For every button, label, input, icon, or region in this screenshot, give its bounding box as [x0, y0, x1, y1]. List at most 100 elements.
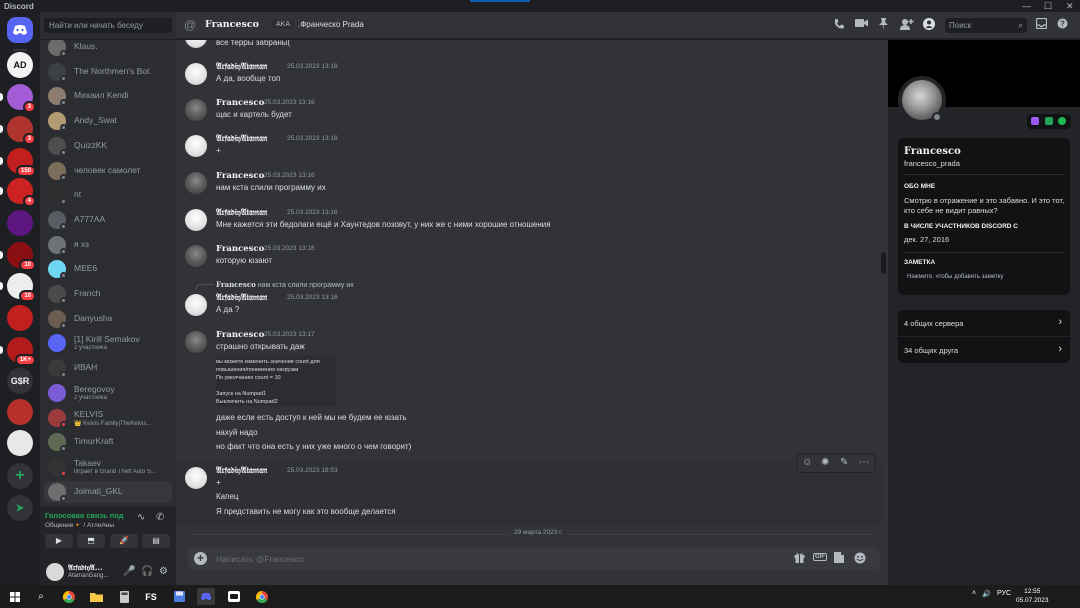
- user-avatar[interactable]: [46, 563, 64, 581]
- close-window-button[interactable]: ✕: [1066, 1, 1074, 12]
- super-reaction-icon[interactable]: ✺: [821, 457, 829, 468]
- file-explorer-icon[interactable]: [87, 588, 105, 605]
- dm-item[interactable]: человек самолет: [44, 160, 172, 182]
- message-author[interactable]: Francesco: [216, 171, 264, 181]
- dm-item[interactable]: [1] Kirill Semakov 2 участника: [44, 332, 172, 354]
- calculator-icon[interactable]: [115, 588, 133, 605]
- message-avatar[interactable]: [185, 99, 207, 121]
- add-reaction-icon[interactable]: ☺: [802, 457, 812, 468]
- message-author[interactable]: 𝔄𝔯𝔣𝔞𝔡𝔦𝔶𝔄𝔱𝔞𝔪𝔞𝔫: [216, 466, 267, 476]
- dm-item[interactable]: Takaev Играет в Grand Theft Auto S...: [44, 456, 172, 478]
- dm-item[interactable]: Andy_Swat: [44, 110, 172, 132]
- video-call-icon[interactable]: [855, 18, 868, 31]
- help-icon[interactable]: ?: [1057, 18, 1068, 32]
- video-button[interactable]: ▶: [45, 534, 73, 548]
- header-name[interactable]: Francesco: [205, 19, 259, 30]
- server-icon[interactable]: 10: [7, 273, 36, 302]
- emoji-icon[interactable]: [854, 552, 866, 567]
- mute-mic-icon[interactable]: 🎤: [123, 566, 135, 577]
- message-avatar[interactable]: [185, 467, 207, 489]
- sticker-icon[interactable]: [834, 552, 844, 566]
- server-icon[interactable]: 10: [7, 242, 36, 271]
- language-indicator[interactable]: РУС: [997, 590, 1011, 597]
- dm-item[interactable]: A777AA: [44, 209, 172, 231]
- dm-item[interactable]: Михаил Kendi: [44, 85, 172, 107]
- server-icon[interactable]: 150: [7, 148, 36, 177]
- more-icon[interactable]: ⋯: [859, 457, 869, 468]
- server-icon[interactable]: [7, 305, 33, 331]
- boost-badge-icon[interactable]: [1045, 117, 1053, 125]
- voice-channel-label[interactable]: Общение🔸 / АтлиАны: [45, 521, 114, 529]
- maximize-button[interactable]: ☐: [1044, 1, 1052, 12]
- message-avatar[interactable]: [185, 294, 207, 316]
- taskbar-clock[interactable]: 12:55 05.07.2023: [1016, 587, 1049, 605]
- message-author[interactable]: 𝔄𝔯𝔣𝔞𝔡𝔦𝔶𝔄𝔱𝔞𝔪𝔞𝔫: [216, 62, 267, 72]
- message-avatar[interactable]: [185, 135, 207, 157]
- app-window-icon[interactable]: [225, 588, 243, 605]
- dm-item[interactable]: The Northmen's Bot: [44, 61, 172, 83]
- voice-call-icon[interactable]: [833, 18, 845, 33]
- pinned-messages-icon[interactable]: [878, 18, 889, 33]
- server-icon[interactable]: AD: [7, 52, 33, 78]
- dm-item[interactable]: TimurKraft: [44, 431, 172, 453]
- dm-item[interactable]: Beregovoy 2 участника: [44, 382, 172, 404]
- server-icon[interactable]: G$R: [7, 368, 33, 394]
- message-author[interactable]: 𝔄𝔯𝔣𝔞𝔡𝔦𝔶𝔄𝔱𝔞𝔪𝔞𝔫: [216, 134, 267, 144]
- spotify-badge-icon[interactable]: [1058, 117, 1066, 125]
- server-icon[interactable]: 3: [7, 116, 36, 145]
- chrome-alt-icon[interactable]: [253, 588, 271, 605]
- server-icon[interactable]: 1K+: [7, 337, 36, 366]
- upload-plus-icon[interactable]: +: [194, 552, 207, 565]
- chrome-icon[interactable]: [60, 588, 78, 605]
- note-input[interactable]: Нажмите, чтобы добавить заметку: [907, 274, 1003, 280]
- minimize-button[interactable]: —: [1022, 1, 1031, 11]
- screen-share-button[interactable]: ⬒: [77, 534, 105, 548]
- message-author[interactable]: Francesco: [216, 244, 264, 254]
- disconnect-icon[interactable]: ✆: [156, 512, 164, 523]
- home-button[interactable]: [7, 17, 33, 43]
- dm-item[interactable]: nt: [44, 184, 172, 206]
- explore-servers-icon[interactable]: ➤: [7, 495, 33, 521]
- taskbar-search-icon[interactable]: ⌕: [32, 588, 50, 605]
- message-author[interactable]: Francesco: [216, 98, 264, 108]
- server-icon[interactable]: 4: [7, 178, 36, 207]
- dm-item[interactable]: я хз: [44, 234, 172, 256]
- message-author[interactable]: 𝔄𝔯𝔣𝔞𝔡𝔦𝔶𝔄𝔱𝔞𝔪𝔞𝔫: [216, 208, 267, 218]
- tray-volume-icon[interactable]: 🔊: [982, 590, 991, 598]
- edit-icon[interactable]: ✎: [840, 457, 848, 468]
- nitro-badge-icon[interactable]: [1031, 117, 1039, 125]
- dm-item[interactable]: Franch: [44, 283, 172, 305]
- find-conversation-button[interactable]: Найти или начать беседу: [44, 18, 172, 33]
- user-profile-icon[interactable]: [923, 18, 935, 33]
- dm-item[interactable]: KELVIS 👑 Kelvis Family|TheKelvis...: [44, 407, 172, 429]
- soundboard-button[interactable]: ▤: [142, 534, 170, 548]
- gif-button[interactable]: GIF: [813, 553, 827, 561]
- add-friend-icon[interactable]: [900, 18, 914, 33]
- mutual-servers-row[interactable]: 4 общих сервера ›: [898, 310, 1070, 336]
- dm-item[interactable]: Danyusha: [44, 308, 172, 330]
- mutual-friends-row[interactable]: 34 общих друга ›: [898, 337, 1070, 363]
- save-app-icon[interactable]: [170, 588, 188, 605]
- dm-item[interactable]: ИВАН: [44, 357, 172, 379]
- message-avatar[interactable]: [185, 172, 207, 194]
- message-avatar[interactable]: [185, 331, 207, 353]
- server-icon[interactable]: 3: [7, 84, 36, 113]
- gift-icon[interactable]: [794, 552, 805, 566]
- message-author[interactable]: 𝔄𝔯𝔣𝔞𝔡𝔦𝔶𝔄𝔱𝔞𝔪𝔞𝔫: [216, 293, 267, 303]
- start-button[interactable]: [6, 588, 24, 605]
- user-settings-icon[interactable]: ⚙: [159, 566, 168, 577]
- noise-suppression-icon[interactable]: ∿: [137, 512, 145, 523]
- server-icon[interactable]: [7, 399, 33, 425]
- dm-item[interactable]: QuizzKK: [44, 135, 172, 157]
- tray-chevron-icon[interactable]: ˄: [972, 590, 976, 597]
- deafen-icon[interactable]: 🎧: [141, 566, 153, 577]
- message-attachment[interactable]: вы можете изменить значение count для пов…: [216, 356, 336, 406]
- dm-item[interactable]: Klaus.: [44, 40, 172, 58]
- scrollbar-thumb[interactable]: [881, 252, 886, 274]
- message-avatar[interactable]: [185, 209, 207, 231]
- dm-item[interactable]: MEE6: [44, 258, 172, 280]
- message-avatar[interactable]: [185, 245, 207, 267]
- user-name[interactable]: 𝔄𝔯𝔣𝔞𝔡𝔦𝔶𝔄...: [68, 563, 103, 573]
- add-server-button[interactable]: +: [7, 463, 33, 489]
- message-author[interactable]: Francesco: [216, 330, 264, 340]
